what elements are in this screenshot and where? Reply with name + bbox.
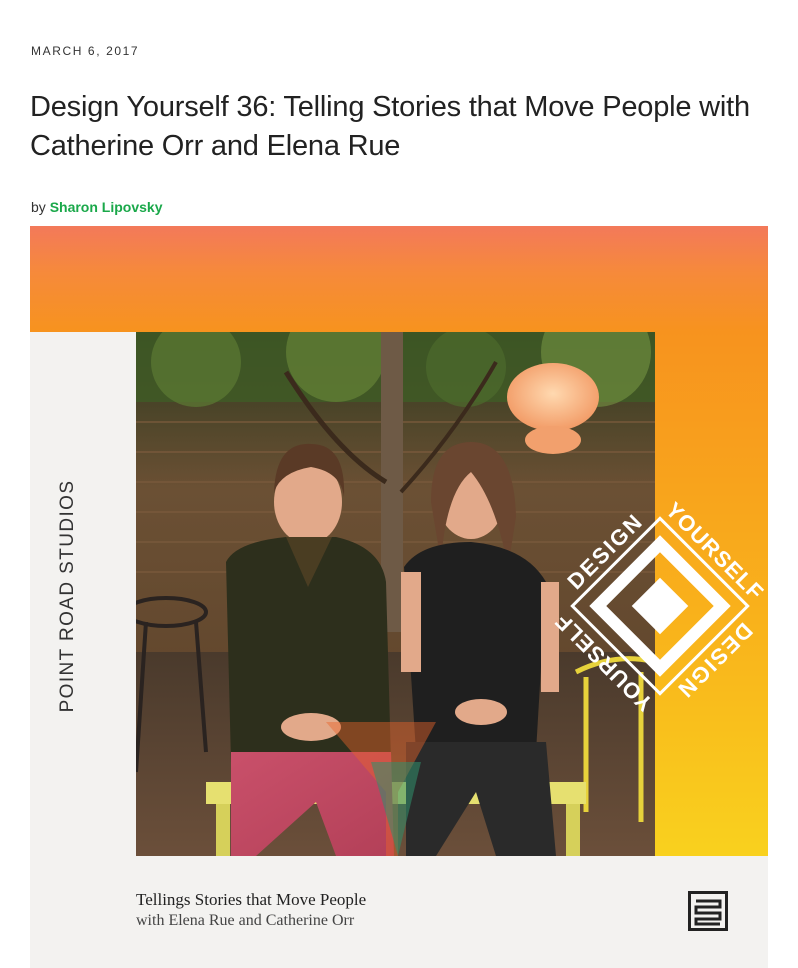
badge-right-text: DESIGN [672,618,758,704]
gradient-top-band [30,226,768,332]
badge-top-text: YOURSELF [661,497,768,605]
author-link[interactable]: Sharon Lipovsky [50,199,163,215]
post-title[interactable]: Design Yourself 36: Telling Stories that… [30,88,770,166]
episode-caption-subtitle: with Elena Rue and Catherine Orr [136,912,355,929]
studio-logo-icon [688,891,728,931]
byline: by Sharon Lipovsky [31,199,163,215]
design-yourself-badge-icon: YOURSELF YOURSELF DESIGN DESIGN [550,497,768,716]
badge-bottom-text: YOURSELF [550,608,658,716]
studio-name: POINT ROAD STUDIOS [57,479,78,713]
post-date: MARCH 6, 2017 [31,44,140,58]
featured-image[interactable]: POINT ROAD STUDIOS YOURSELF YOURSELF DES… [30,226,768,968]
episode-caption-title: Tellings Stories that Move People [136,890,367,909]
byline-prefix: by [31,199,46,215]
badge-left-text: DESIGN [562,508,648,594]
